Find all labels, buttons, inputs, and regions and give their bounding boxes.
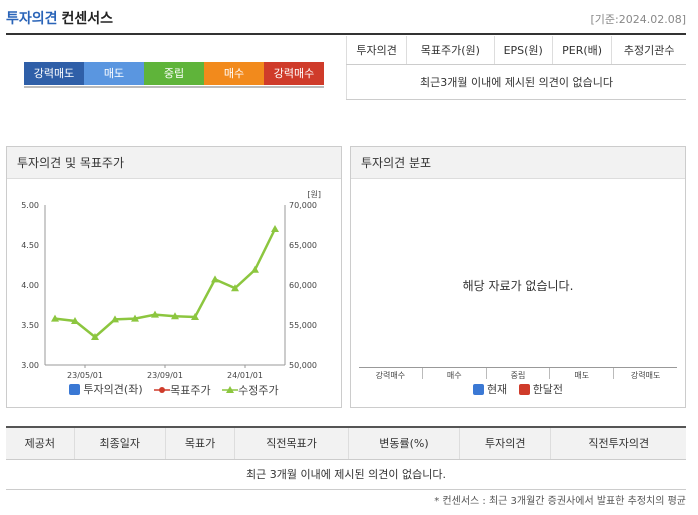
header-divider bbox=[6, 33, 686, 35]
page-title-accent: 투자의견 bbox=[6, 11, 58, 27]
consensus-footnote: * 컨센서스 : 최근 3개월간 증권사에서 발표한 추정치의 평균 bbox=[434, 496, 686, 507]
page-title-main: 컨센서스 bbox=[61, 11, 114, 27]
legend-current-swatch bbox=[472, 383, 484, 395]
y-right-tick-label: 60,000 bbox=[289, 281, 317, 290]
distribution-axis: 강력매수 매수 중립 매도 강력매도 bbox=[359, 367, 677, 380]
col-opinion: 투자의견 bbox=[459, 426, 551, 460]
legend-target-price-label: 목표주가 bbox=[170, 383, 211, 397]
scale-strong-sell: 강력매도 bbox=[24, 62, 84, 85]
scale-underline bbox=[24, 86, 324, 88]
legend-month-ago-label: 한달전 bbox=[532, 383, 564, 396]
dist-cat-sell: 매도 bbox=[549, 368, 613, 380]
scale-buy: 매수 bbox=[204, 62, 264, 85]
opinion-distribution-panel: 투자의견 분포 해당 자료가 없습니다. 강력매수 매수 중립 매도 강력매도 … bbox=[350, 146, 686, 408]
target-price-marker-icon bbox=[154, 386, 171, 393]
scale-sell: 매도 bbox=[84, 62, 144, 85]
y-left-tick-label: 4.00 bbox=[21, 281, 39, 290]
legend-current[interactable]: 현재 bbox=[472, 381, 508, 397]
col-last-date: 최종일자 bbox=[73, 426, 166, 460]
col-target-price: 목표주가(원) bbox=[406, 36, 494, 65]
page-title: 투자의견 컨센서스 bbox=[6, 8, 113, 28]
x-tick-label: 23/05/01 bbox=[67, 371, 103, 379]
consensus-empty-message: 최근3개월 이내에 제시된 의견이 없습니다 bbox=[346, 64, 686, 100]
col-eps: EPS(원) bbox=[493, 36, 553, 65]
y-left-tick-label: 5.00 bbox=[21, 201, 39, 210]
x-tick-label: 23/09/01 bbox=[147, 371, 183, 379]
y-right-tick-label: 50,000 bbox=[289, 361, 317, 370]
broker-empty-row: 최근 3개월 이내에 제시된 의견이 없습니다. bbox=[6, 459, 686, 490]
legend-opinion-label: 투자의견(좌) bbox=[83, 383, 143, 396]
legend-current-label: 현재 bbox=[486, 383, 508, 396]
adjusted-price-line bbox=[54, 228, 277, 339]
col-prev-opinion: 직전투자의견 bbox=[550, 426, 686, 460]
reference-date: [기준:2024.02.08] bbox=[590, 13, 686, 26]
scale-strong-buy: 강력매수 bbox=[264, 62, 324, 85]
x-tick-label: 24/01/01 bbox=[227, 371, 263, 379]
col-provider: 제공처 bbox=[6, 426, 75, 460]
legend-month-ago-swatch bbox=[518, 383, 530, 395]
y-right-tick-label: 65,000 bbox=[289, 241, 317, 250]
legend-opinion-swatch bbox=[69, 383, 81, 395]
distribution-nodata: 해당 자료가 없습니다. bbox=[462, 279, 574, 293]
y-right-tick-label: 55,000 bbox=[289, 321, 317, 330]
opinion-scale: 강력매도 매도 중립 매수 강력매수 bbox=[24, 62, 324, 85]
opinion-chart-title: 투자의견 및 목표주가 bbox=[7, 147, 341, 179]
broker-opinions-table: 제공처 최종일자 목표가 직전목표가 변동률(%) 투자의견 직전투자의견 최근… bbox=[6, 426, 686, 490]
col-target: 목표가 bbox=[164, 426, 235, 460]
opinion-chart-legend: 투자의견(좌) 목표주가 수정주가 bbox=[7, 381, 341, 398]
col-institutions: 추정기관수 bbox=[611, 36, 686, 65]
col-change-rate: 변동률(%) bbox=[347, 426, 460, 460]
legend-adjusted-price-label: 수정주가 bbox=[238, 383, 279, 397]
dist-cat-strong-sell: 강력매도 bbox=[613, 368, 677, 380]
adjusted-price-point bbox=[211, 275, 219, 283]
legend-opinion[interactable]: 투자의견(좌) bbox=[69, 381, 143, 397]
col-prev-target: 직전목표가 bbox=[234, 426, 349, 460]
legend-month-ago[interactable]: 한달전 bbox=[518, 381, 564, 397]
col-per: PER(배) bbox=[551, 36, 612, 65]
opinion-target-price-chart: 3.00 3.50 4.00 4.50 5.00 50,000 55,000 60,000 65… bbox=[21, 190, 321, 379]
dist-cat-strong-buy: 강력매수 bbox=[375, 371, 406, 380]
y-left-tick-label: 3.00 bbox=[21, 361, 39, 370]
dist-cat-neutral: 중립 bbox=[485, 368, 550, 380]
y-left-tick-label: 4.50 bbox=[21, 241, 39, 250]
adjusted-price-marker-icon bbox=[222, 385, 239, 393]
col-opinion: 투자의견 bbox=[345, 36, 407, 65]
consensus-table: 투자의견 목표주가(원) EPS(원) PER(배) 추정기관수 최근3개월 이… bbox=[345, 36, 686, 100]
broker-header-row: 제공처 최종일자 목표가 직전목표가 변동률(%) 투자의견 직전투자의견 bbox=[6, 426, 686, 460]
broker-empty-message: 최근 3개월 이내에 제시된 의견이 없습니다. bbox=[6, 459, 686, 490]
y-left-tick-label: 3.50 bbox=[21, 321, 39, 330]
y-right-tick-label: 70,000 bbox=[289, 201, 317, 210]
consensus-empty-row: 최근3개월 이내에 제시된 의견이 없습니다 bbox=[346, 64, 686, 100]
y-right-unit-label: [원] bbox=[307, 190, 321, 199]
consensus-header-row: 투자의견 목표주가(원) EPS(원) PER(배) 추정기관수 bbox=[345, 36, 686, 65]
opinion-target-price-panel: 투자의견 및 목표주가 3.00 3.50 4.00 4.50 5.00 50,000 55… bbox=[6, 146, 342, 408]
distribution-title: 투자의견 분포 bbox=[351, 147, 685, 179]
dist-cat-buy: 매수 bbox=[421, 368, 486, 380]
distribution-legend: 현재 한달전 bbox=[351, 381, 685, 398]
legend-adjusted-price[interactable]: 수정주가 bbox=[222, 382, 279, 398]
scale-neutral: 중립 bbox=[144, 62, 204, 85]
adjusted-price-point bbox=[271, 225, 279, 232]
legend-target-price[interactable]: 목표주가 bbox=[154, 382, 211, 398]
